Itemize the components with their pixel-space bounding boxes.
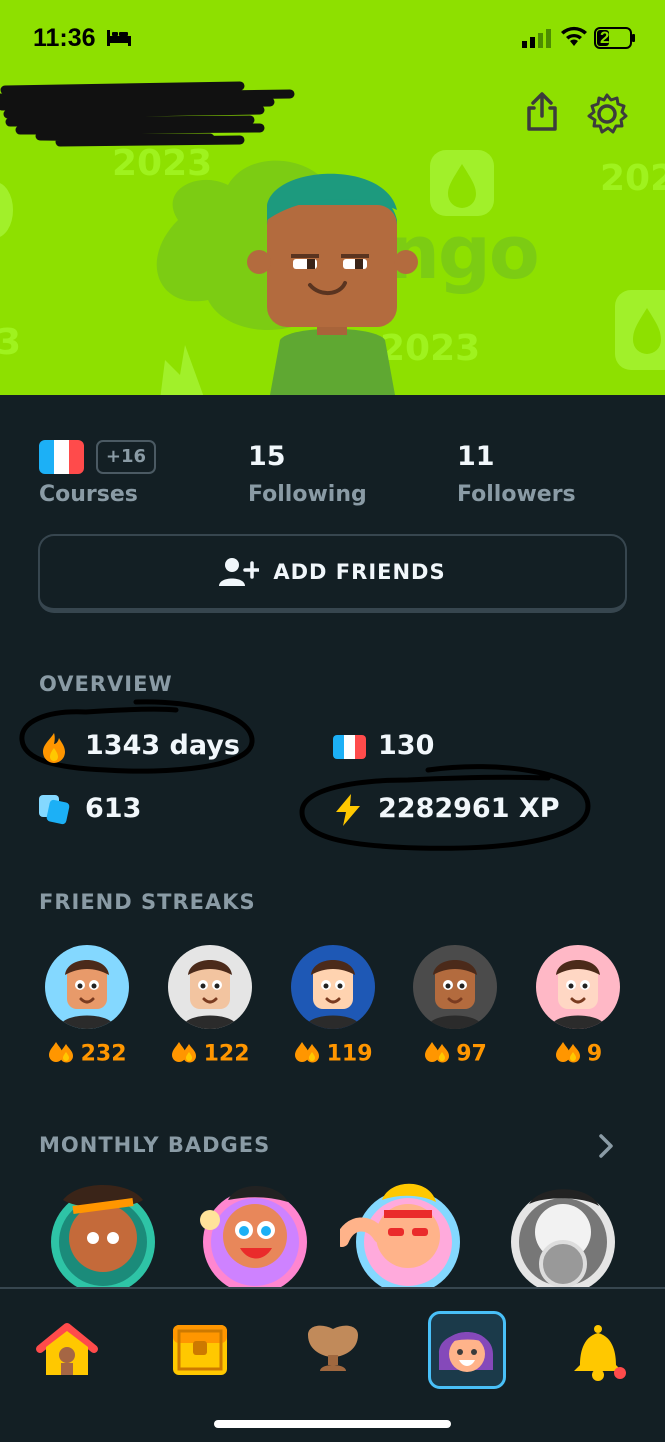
courses-extra-count: +16	[105, 446, 147, 467]
double-flame-icon	[293, 1041, 321, 1067]
friend-avatar	[291, 945, 375, 1029]
friend-avatar	[536, 945, 620, 1029]
xp-bolt-icon	[333, 793, 363, 831]
double-flame-icon	[47, 1041, 75, 1067]
bg-year-text: 3	[0, 322, 22, 363]
friend-streak-count-row: 97	[413, 1041, 497, 1067]
crowns-value: 613	[85, 793, 142, 824]
friend-streak-count: 122	[203, 1041, 250, 1067]
streak-days-value: 1343 days	[85, 730, 240, 761]
gear-icon[interactable]	[586, 93, 628, 135]
streak-flame-icon	[40, 732, 68, 768]
wifi-icon	[560, 26, 588, 52]
bg-year-text: 202	[600, 158, 665, 199]
profile-tab-selected[interactable]	[428, 1311, 506, 1389]
monthly-badges-title: MONTHLY BADGES	[39, 1133, 271, 1157]
friend-streak-item[interactable]: 122	[168, 945, 252, 1075]
monthly-badge[interactable]	[48, 1180, 158, 1294]
friend-streak-item[interactable]: 232	[45, 945, 129, 1075]
friend-streak-count: 97	[456, 1041, 487, 1067]
monthly-badge-locked[interactable]	[505, 1180, 620, 1294]
bed-icon	[107, 30, 131, 46]
overview-title: OVERVIEW	[39, 672, 173, 696]
home-indicator	[214, 1420, 451, 1428]
status-time: 11:36	[33, 24, 96, 52]
home-icon[interactable]	[30, 1315, 104, 1389]
friend-streak-count-row: 122	[168, 1041, 252, 1067]
followers-count[interactable]: 11	[457, 441, 495, 472]
friend-streak-count-row: 119	[291, 1041, 375, 1067]
friend-avatar	[45, 945, 129, 1029]
friend-streaks-title: FRIEND STREAKS	[39, 890, 256, 914]
bg-flame-icon	[150, 340, 210, 395]
friend-avatar	[168, 945, 252, 1029]
trophy-icon[interactable]	[296, 1315, 370, 1389]
double-flame-icon	[554, 1041, 582, 1067]
chest-icon[interactable]	[163, 1315, 237, 1389]
following-count[interactable]: 15	[248, 441, 286, 472]
friend-avatar	[413, 945, 497, 1029]
courses-label[interactable]: Courses	[39, 482, 138, 507]
battery-level: 27	[600, 28, 619, 47]
bg-leaf-icon	[0, 180, 20, 244]
monthly-badge[interactable]	[198, 1180, 313, 1294]
chevron-right-icon[interactable]	[596, 1133, 616, 1163]
profile-avatar[interactable]	[245, 165, 420, 395]
following-label[interactable]: Following	[248, 482, 367, 507]
redacted-username	[0, 80, 300, 164]
friend-streak-count-row: 232	[45, 1041, 129, 1067]
bell-icon[interactable]	[562, 1315, 636, 1389]
add-friends-label: ADD FRIENDS	[273, 560, 446, 584]
add-person-icon	[219, 557, 262, 587]
share-icon[interactable]	[524, 92, 560, 132]
cellular-icon	[522, 28, 554, 52]
duo-drop-logo-icon	[615, 290, 665, 374]
profile-header: 11:36 27 2023 duolingo 2023 202 3	[0, 0, 665, 395]
double-flame-icon	[170, 1041, 198, 1067]
friend-streak-count-row: 9	[536, 1041, 620, 1067]
friend-streak-count: 119	[326, 1041, 373, 1067]
battery-icon: 27	[594, 27, 636, 49]
bottom-tab-bar	[0, 1287, 665, 1442]
course-flag-france[interactable]	[39, 440, 84, 474]
friend-streak-count: 9	[586, 1041, 603, 1067]
followers-label[interactable]: Followers	[457, 482, 576, 507]
gems-cards-icon	[39, 795, 71, 829]
friend-streak-count: 232	[80, 1041, 127, 1067]
friend-streak-item[interactable]: 9	[536, 945, 620, 1075]
duo-drop-logo-icon	[430, 150, 494, 220]
friend-streak-item[interactable]: 119	[291, 945, 375, 1075]
double-flame-icon	[423, 1041, 451, 1067]
friend-streak-item[interactable]: 97	[413, 945, 497, 1075]
add-friends-button[interactable]: ADD FRIENDS	[38, 534, 627, 613]
monthly-badge[interactable]	[335, 1180, 470, 1294]
total-xp-value: 2282961 XP	[378, 793, 560, 824]
courses-extra-badge: +16	[96, 440, 156, 474]
